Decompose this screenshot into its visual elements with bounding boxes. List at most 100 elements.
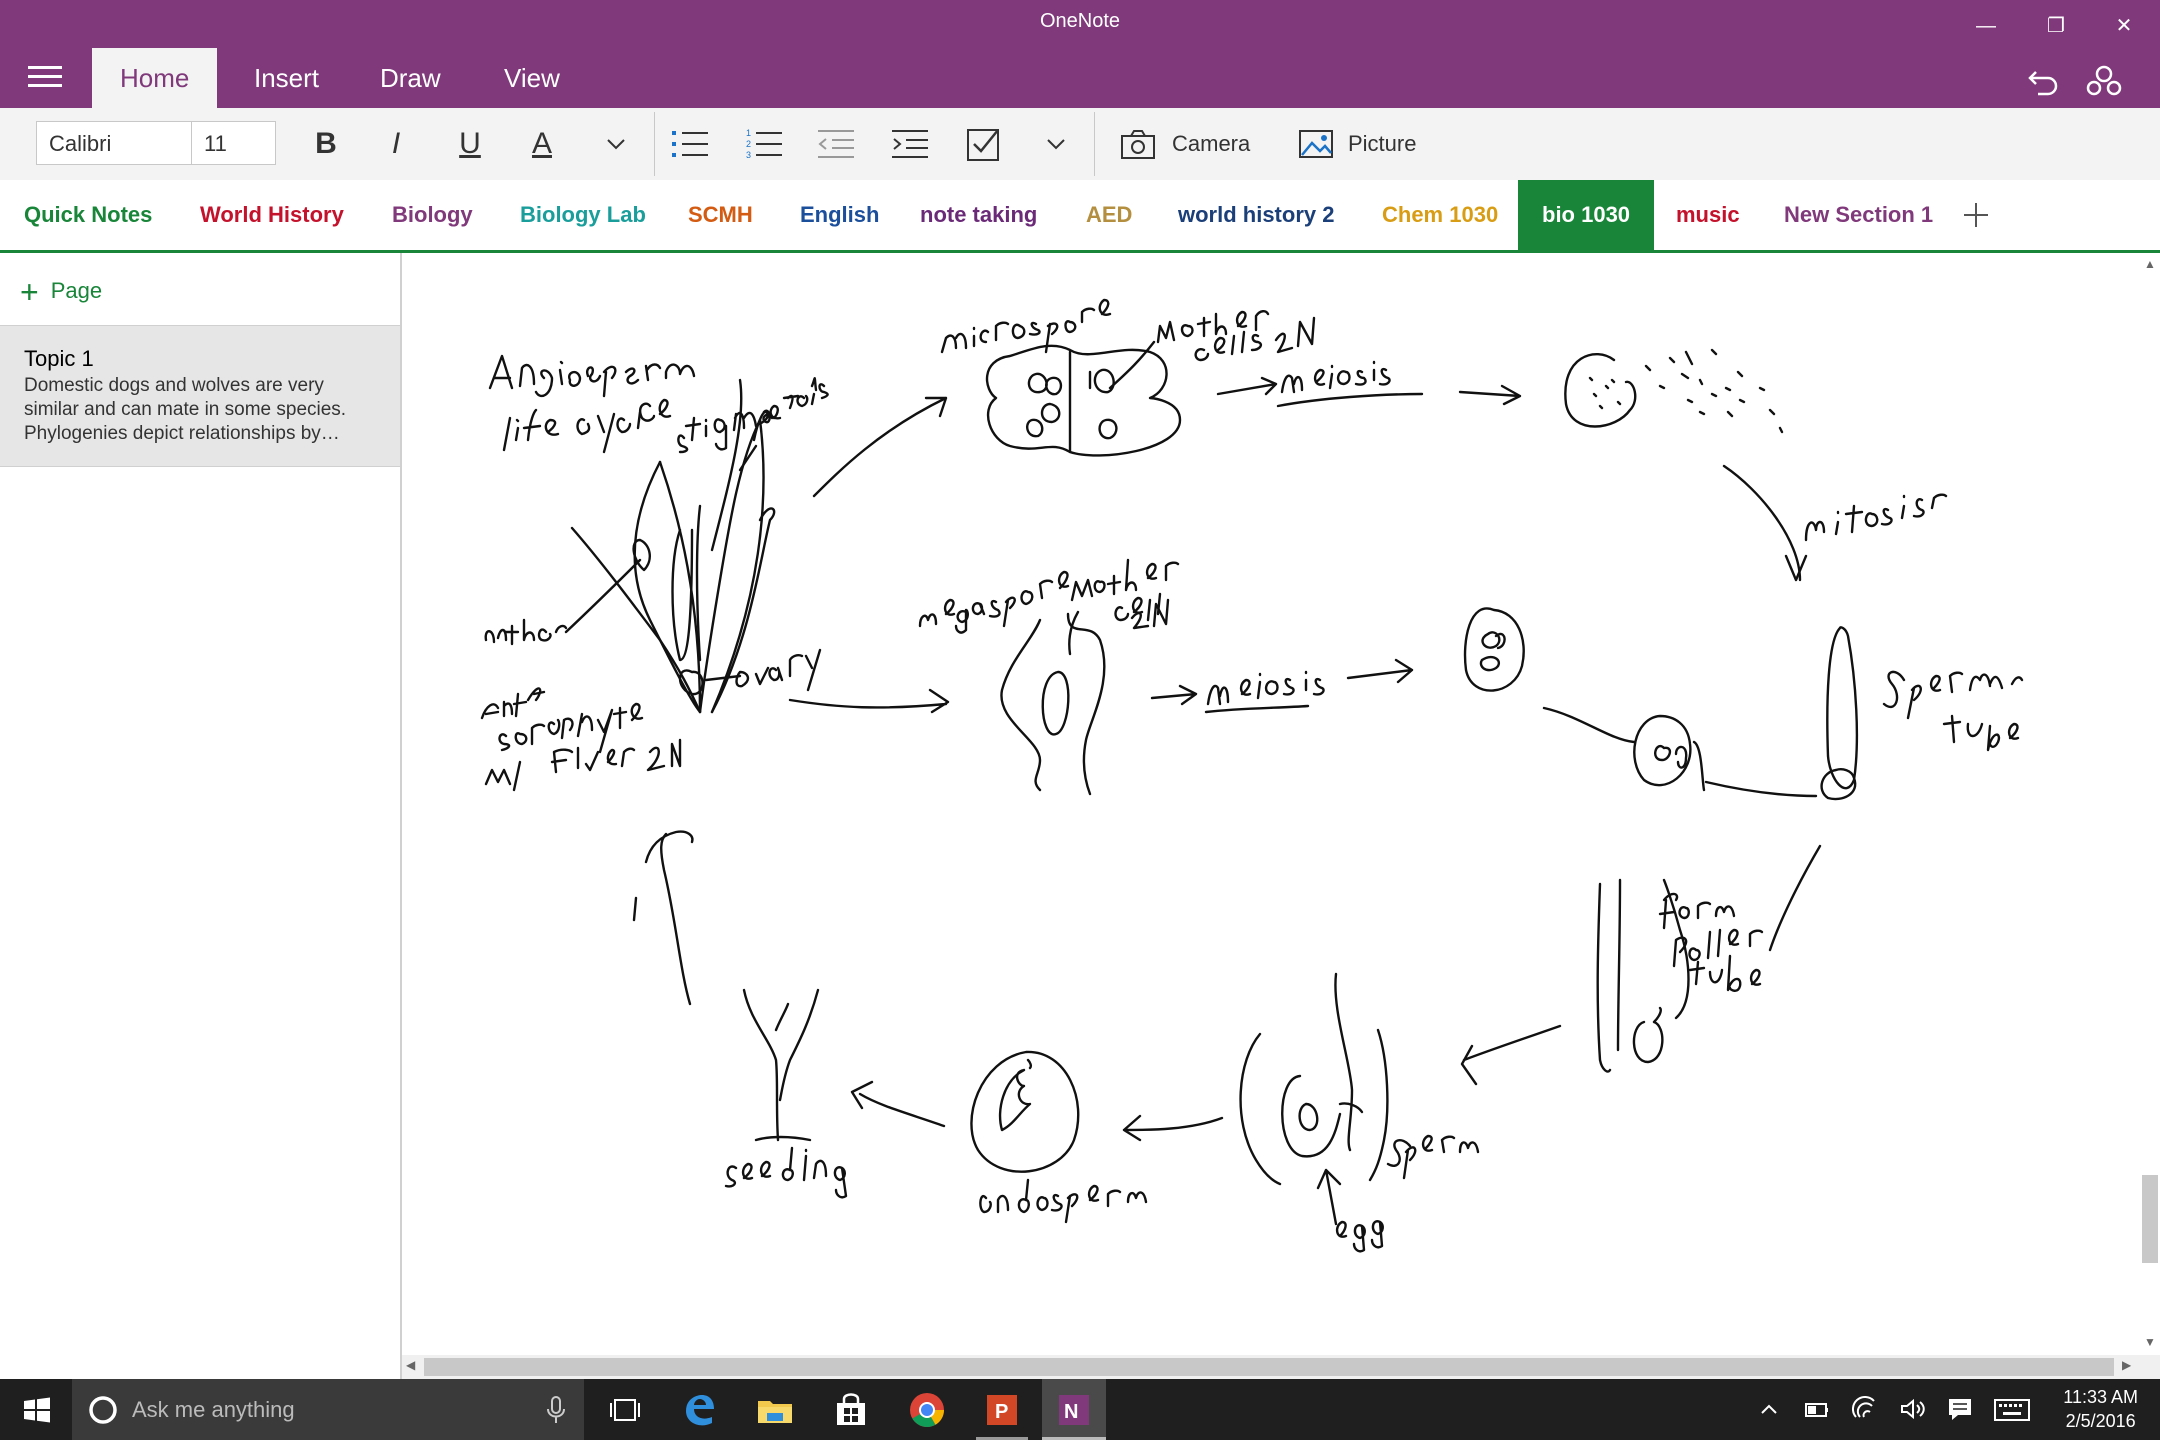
section-chem-1030[interactable]: Chem 1030: [1358, 180, 1522, 250]
ink-megaspore: [1000, 612, 1106, 796]
taskbar: Ask me anything P N 11:33 AM 2/5/2016: [0, 1379, 2160, 1440]
ink-arrow-to-megaspore: [788, 688, 950, 714]
ink-label-egg-bottom: [1335, 1220, 1384, 1253]
todo-tag-icon[interactable]: [966, 126, 1002, 162]
page-canvas[interactable]: [402, 253, 2140, 1355]
chevron-up-icon[interactable]: [1758, 1399, 1780, 1421]
ink-microspore-cells: [985, 340, 1182, 457]
ink-arrow-to-flower: [632, 830, 694, 1006]
app-title: OneNote: [1039, 10, 1121, 32]
scrollbar-thumb[interactable]: [424, 1358, 2114, 1376]
section-scmh[interactable]: SCMH: [664, 180, 777, 250]
section-biology-lab[interactable]: Biology Lab: [496, 180, 670, 250]
ribbon: Calibri 11 B I U A 123 Camera Picture: [0, 108, 2160, 181]
ink-label-mother-cell: [1068, 558, 1180, 656]
microphone-icon[interactable]: [544, 1395, 568, 1425]
bold-button[interactable]: B: [306, 122, 346, 166]
hamburger-menu-icon[interactable]: [28, 66, 62, 90]
chevron-down-icon[interactable]: [1044, 132, 1068, 156]
wifi-icon[interactable]: [1852, 1395, 1880, 1423]
scroll-down-icon[interactable]: ▼: [2144, 1335, 2156, 1349]
section-aed[interactable]: AED: [1062, 180, 1156, 250]
add-section-icon[interactable]: [1962, 201, 1990, 229]
chevron-down-icon[interactable]: [604, 132, 628, 156]
section-quick-notes[interactable]: Quick Notes: [0, 180, 176, 250]
add-page-label: Page: [50, 278, 103, 303]
horizontal-scrollbar[interactable]: ◀ ▶: [402, 1355, 2160, 1379]
ink-endosperm: [970, 1050, 1080, 1173]
picture-icon[interactable]: [1298, 128, 1334, 160]
italic-button[interactable]: I: [376, 122, 416, 166]
close-button[interactable]: ✕: [2092, 4, 2156, 48]
tab-draw[interactable]: Draw: [352, 48, 469, 108]
page-item[interactable]: Topic 1 Domestic dogs and wolves are ver…: [0, 325, 400, 467]
clock-time: 11:33 AM: [2063, 1387, 2138, 1407]
share-icon[interactable]: [2084, 60, 2124, 100]
ink-arrow-to-pollen-tube: [1768, 844, 1822, 952]
ink-seedling: [742, 988, 820, 1142]
underline-button[interactable]: U: [450, 122, 490, 166]
section-music[interactable]: music: [1652, 180, 1764, 250]
font-size-field[interactable]: 11: [192, 121, 276, 165]
scroll-left-icon[interactable]: ◀: [406, 1358, 415, 1372]
camera-icon[interactable]: [1120, 128, 1156, 160]
section-world-history-2[interactable]: world history 2: [1154, 180, 1358, 250]
ink-arrow-to-seedling: [850, 1080, 946, 1128]
svg-text:2: 2: [746, 139, 751, 149]
task-view-icon[interactable]: [602, 1387, 648, 1433]
section-new-section-1[interactable]: New Section 1: [1760, 180, 1957, 250]
ink-arrow-to-sperm: [1460, 1024, 1562, 1086]
file-explorer-icon[interactable]: [752, 1387, 798, 1433]
picture-button[interactable]: Picture: [1348, 122, 1416, 166]
tab-view[interactable]: View: [476, 48, 588, 108]
battery-icon[interactable]: [1804, 1397, 1830, 1423]
ribbon-divider: [1094, 112, 1095, 176]
action-center-icon[interactable]: [1946, 1395, 1974, 1423]
camera-button[interactable]: Camera: [1172, 122, 1250, 166]
volume-icon[interactable]: [1898, 1395, 1926, 1423]
section-biology[interactable]: Biology: [368, 180, 497, 250]
powerpoint-taskbar-item[interactable]: P: [970, 1381, 1034, 1440]
scroll-up-icon[interactable]: ▲: [2144, 257, 2156, 271]
ink-label-seedling: [724, 1146, 848, 1199]
numbering-icon[interactable]: 123: [746, 128, 782, 160]
store-icon[interactable]: [828, 1387, 874, 1433]
section-bio-1030[interactable]: bio 1030: [1518, 180, 1655, 250]
ink-label-sperm-tube: [1882, 670, 2024, 752]
undo-icon[interactable]: [2024, 60, 2064, 100]
svg-text:P: P: [995, 1401, 1008, 1423]
vertical-scrollbar[interactable]: ▲ ▼: [2140, 253, 2160, 1355]
chrome-icon[interactable]: [904, 1387, 950, 1433]
ink-egg-cell: [1463, 607, 1525, 692]
restore-button[interactable]: ❐: [2024, 4, 2088, 48]
scrollbar-thumb[interactable]: [2142, 1175, 2158, 1263]
tab-insert[interactable]: Insert: [226, 48, 347, 108]
tab-home[interactable]: Home: [92, 48, 218, 108]
ribbon-divider: [654, 112, 655, 176]
section-note-taking[interactable]: note taking: [896, 180, 1061, 250]
decrease-indent-icon[interactable]: [818, 128, 854, 160]
svg-text:1: 1: [746, 128, 751, 138]
bullets-icon[interactable]: [672, 128, 708, 160]
minimize-button[interactable]: —: [1954, 4, 2018, 48]
add-page-button[interactable]: + Page: [20, 271, 102, 311]
windows-start-icon[interactable]: [14, 1387, 60, 1433]
onenote-taskbar-item[interactable]: N: [1042, 1379, 1106, 1440]
edge-browser-icon[interactable]: [676, 1387, 722, 1433]
search-box[interactable]: Ask me anything: [72, 1379, 584, 1440]
ink-arrow-meiosis-top: [1216, 360, 1522, 408]
section-english[interactable]: English: [776, 180, 903, 250]
scroll-right-icon[interactable]: ▶: [2122, 1358, 2131, 1372]
font-name-field[interactable]: Calibri: [36, 121, 192, 165]
keyboard-icon[interactable]: [1994, 1397, 2030, 1423]
font-color-button[interactable]: A: [522, 122, 562, 166]
section-world-history[interactable]: World History: [176, 180, 368, 250]
ink-egg-fertilization: [1542, 706, 1818, 798]
ink-arrow-to-microspore: [812, 396, 948, 498]
clock[interactable]: 11:33 AM 2/5/2016: [2063, 1385, 2138, 1433]
ink-label-microspore: [940, 298, 1112, 354]
section-tabs: Quick Notes World History Biology Biolog…: [0, 180, 2160, 253]
ink-sperm-egg: [1239, 972, 1389, 1186]
increase-indent-icon[interactable]: [892, 128, 928, 160]
ink-spores: [1564, 348, 1784, 434]
